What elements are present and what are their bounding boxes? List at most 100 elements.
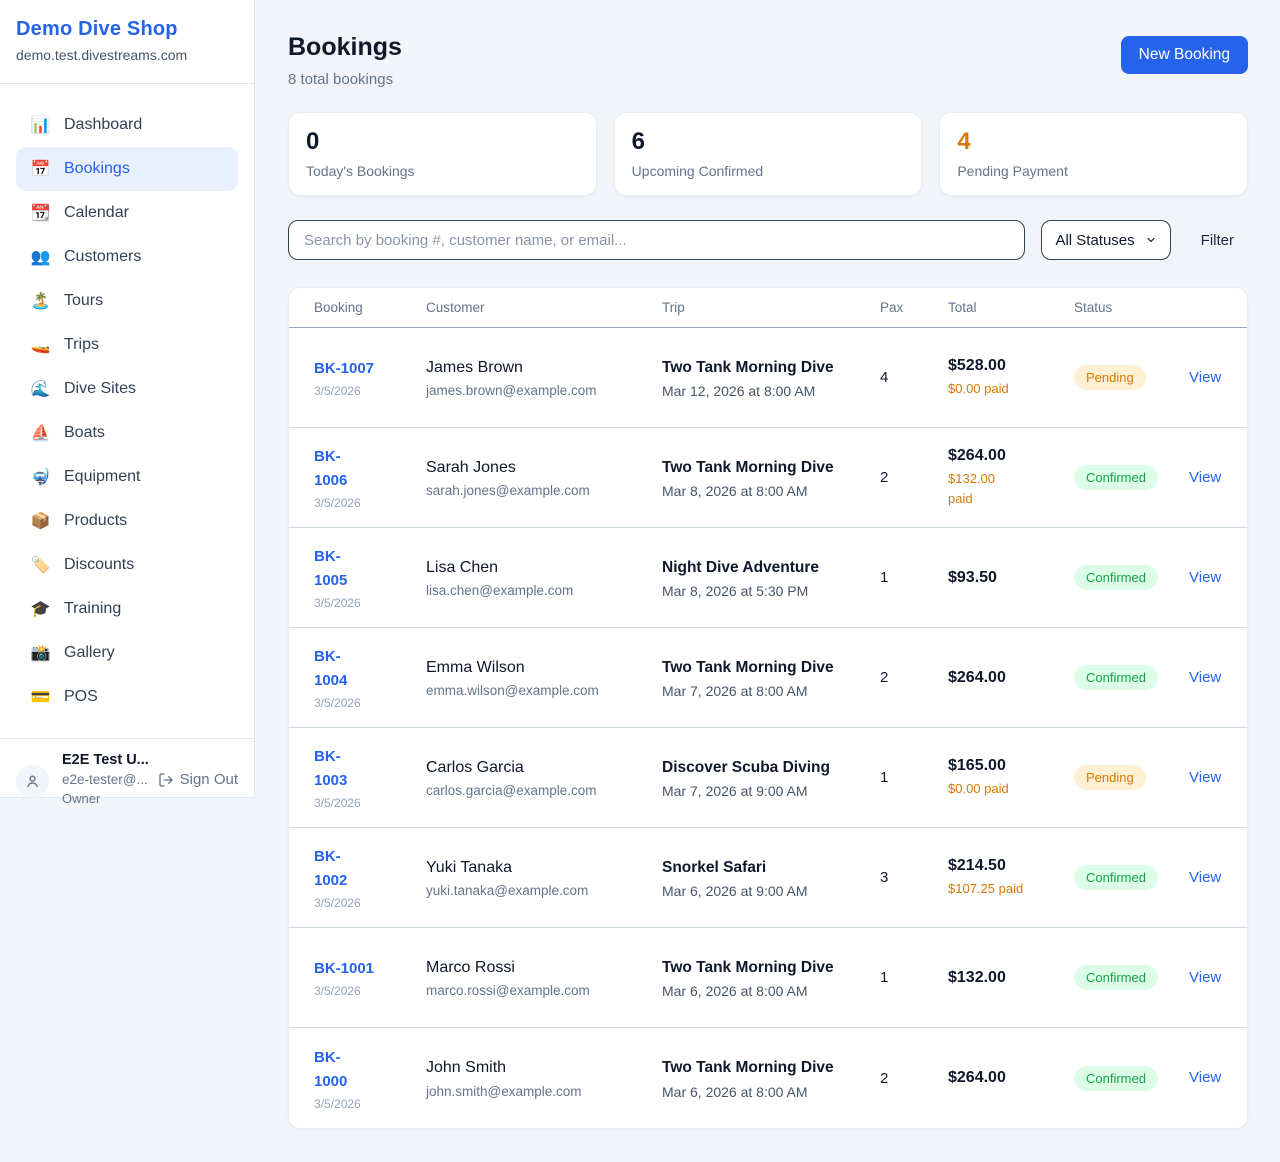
customer-email: james.brown@example.com [426, 383, 654, 398]
pax-count: 1 [880, 969, 948, 986]
view-link[interactable]: View [1189, 369, 1221, 386]
table-row: BK-1006 3/5/2026 Sarah Jones sarah.jones… [289, 428, 1247, 528]
sidebar-item-calendar[interactable]: 📆 Calendar [16, 191, 238, 235]
customer-name: Carlos Garcia [426, 757, 654, 779]
trip-name: Two Tank Morning Dive [662, 656, 834, 680]
booking-id-link[interactable]: BK-1005 [314, 545, 362, 593]
status-filter-value: All Statuses [1055, 232, 1134, 249]
table-row: BK-1003 3/5/2026 Carlos Garcia carlos.ga… [289, 728, 1247, 828]
col-header-total: Total [948, 300, 1074, 315]
view-link[interactable]: View [1189, 869, 1221, 886]
sidebar-item-label: Gallery [64, 644, 115, 662]
paid-amount: $107.25 paid [948, 879, 1066, 899]
sidebar-item-label: Customers [64, 248, 141, 266]
sidebar-item-products[interactable]: 📦 Products [16, 499, 238, 543]
booking-id-link[interactable]: BK-1000 [314, 1046, 362, 1094]
page-subtitle: 8 total bookings [288, 71, 402, 88]
customer-email: yuki.tanaka@example.com [426, 883, 654, 898]
col-header-trip: Trip [662, 300, 880, 315]
filter-controls: All Statuses Filter [288, 220, 1248, 260]
booking-id-link[interactable]: BK-1007 [314, 357, 418, 381]
dashboard-icon: 📊 [30, 115, 51, 135]
sidebar-item-training[interactable]: 🎓 Training [16, 587, 238, 631]
paid-amount: $0.00 paid [948, 779, 1066, 799]
person-icon [24, 773, 41, 790]
user-email: e2e-tester@... [62, 772, 148, 787]
booking-id-link[interactable]: BK-1001 [314, 957, 418, 981]
view-link[interactable]: View [1189, 569, 1221, 586]
customers-icon: 👥 [30, 247, 51, 267]
total-amount: $264.00 [948, 1069, 1066, 1087]
trip-name: Snorkel Safari [662, 856, 834, 880]
main-content: Bookings 8 total bookings New Booking 0 … [255, 0, 1280, 1129]
sidebar-item-label: Trips [64, 336, 99, 354]
tours-island-icon: 🏝️ [30, 291, 51, 311]
sidebar-item-equipment[interactable]: 🤿 Equipment [16, 455, 238, 499]
sidebar-item-discounts[interactable]: 🏷️ Discounts [16, 543, 238, 587]
shop-name: Demo Dive Shop [16, 18, 238, 41]
pax-count: 3 [880, 869, 948, 886]
view-link[interactable]: View [1189, 669, 1221, 686]
logout-icon [158, 772, 174, 788]
pax-count: 1 [880, 769, 948, 786]
sidebar-item-tours[interactable]: 🏝️ Tours [16, 279, 238, 323]
status-badge: Confirmed [1074, 565, 1158, 590]
user-name: E2E Test U... [62, 752, 238, 768]
stat-value: 4 [957, 128, 1230, 156]
customer-name: Emma Wilson [426, 657, 654, 679]
filter-button[interactable]: Filter [1187, 232, 1248, 249]
stat-label: Today's Bookings [306, 163, 579, 179]
trip-datetime: Mar 12, 2026 at 8:00 AM [662, 383, 872, 399]
sidebar-item-pos[interactable]: 💳 POS [16, 675, 238, 719]
trip-name: Two Tank Morning Dive [662, 956, 834, 980]
sidebar-item-bookings[interactable]: 📅 Bookings [16, 147, 238, 191]
stat-value: 6 [632, 128, 905, 156]
credit-card-icon: 💳 [30, 687, 51, 707]
sidebar-item-label: POS [64, 688, 98, 706]
sidebar-item-dashboard[interactable]: 📊 Dashboard [16, 103, 238, 147]
booking-id-link[interactable]: BK-1003 [314, 745, 362, 793]
graduation-cap-icon: 🎓 [30, 599, 51, 619]
view-link[interactable]: View [1189, 469, 1221, 486]
trip-name: Two Tank Morning Dive [662, 456, 834, 480]
status-filter-select[interactable]: All Statuses [1041, 220, 1170, 260]
view-link[interactable]: View [1189, 769, 1221, 786]
view-link[interactable]: View [1189, 969, 1221, 986]
user-info: E2E Test U... e2e-tester@... Sign Out Ow… [62, 752, 238, 806]
sign-out-button[interactable]: Sign Out [158, 771, 238, 788]
stat-value: 0 [306, 128, 579, 156]
trip-datetime: Mar 8, 2026 at 8:00 AM [662, 483, 872, 499]
sidebar-item-label: Discounts [64, 556, 134, 574]
new-booking-button[interactable]: New Booking [1121, 36, 1248, 74]
sidebar-item-label: Equipment [64, 468, 141, 486]
sidebar-item-gallery[interactable]: 📸 Gallery [16, 631, 238, 675]
status-badge: Confirmed [1074, 965, 1158, 990]
view-link[interactable]: View [1189, 1069, 1221, 1086]
trip-datetime: Mar 7, 2026 at 8:00 AM [662, 683, 872, 699]
sidebar-item-label: Tours [64, 292, 103, 310]
col-header-booking: Booking [314, 300, 426, 315]
booking-id-link[interactable]: BK-1006 [314, 445, 362, 493]
trip-datetime: Mar 6, 2026 at 8:00 AM [662, 983, 872, 999]
sidebar-item-label: Training [64, 600, 121, 618]
bookings-table: Booking Customer Trip Pax Total Status B… [288, 287, 1248, 1129]
search-input[interactable] [288, 220, 1025, 260]
sidebar-item-customers[interactable]: 👥 Customers [16, 235, 238, 279]
status-badge: Pending [1074, 765, 1146, 790]
sidebar-item-boats[interactable]: ⛵ Boats [16, 411, 238, 455]
sidebar-item-label: Calendar [64, 204, 129, 222]
sidebar-item-dive-sites[interactable]: 🌊 Dive Sites [16, 367, 238, 411]
page-header: Bookings 8 total bookings New Booking [288, 33, 1248, 88]
user-footer: E2E Test U... e2e-tester@... Sign Out Ow… [0, 738, 254, 819]
booking-date: 3/5/2026 [314, 384, 418, 398]
camera-icon: 📸 [30, 643, 51, 663]
sidebar-item-trips[interactable]: 🚤 Trips [16, 323, 238, 367]
sidebar-item-label: Bookings [64, 160, 130, 178]
chevron-down-icon [1145, 234, 1157, 246]
booking-id-link[interactable]: BK-1004 [314, 645, 362, 693]
stat-label: Upcoming Confirmed [632, 163, 905, 179]
sidebar-nav: 📊 Dashboard 📅 Bookings 📆 Calendar 👥 Cust… [0, 84, 254, 738]
booking-id-link[interactable]: BK-1002 [314, 845, 362, 893]
customer-email: sarah.jones@example.com [426, 483, 654, 498]
stat-cards: 0 Today's Bookings 6 Upcoming Confirmed … [288, 112, 1248, 196]
